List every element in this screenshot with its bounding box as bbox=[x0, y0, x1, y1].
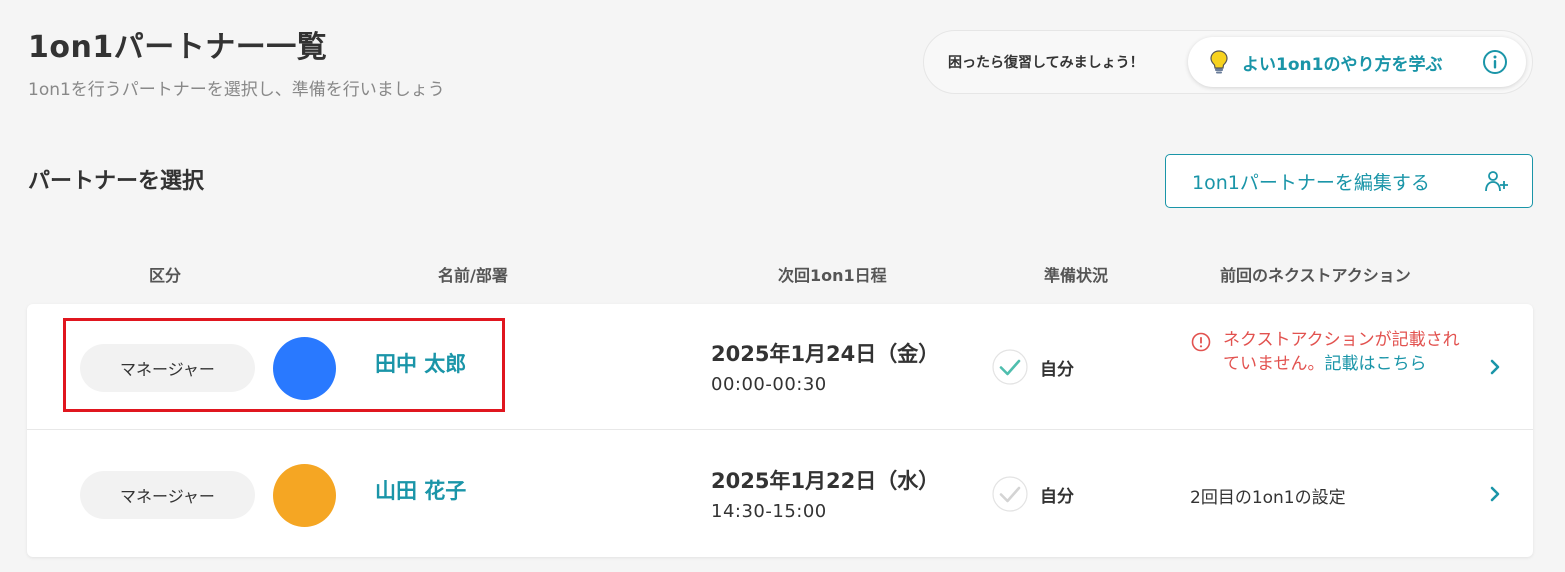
add-user-icon bbox=[1485, 171, 1508, 192]
column-header-name: 名前/部署 bbox=[438, 266, 508, 285]
schedule-date: 2025年1月22日（水） bbox=[711, 469, 940, 493]
column-header-preparation: 準備状況 bbox=[1044, 266, 1109, 285]
partner-name[interactable]: 田中 太郎 bbox=[375, 348, 466, 378]
schedule-time: 00:00-00:30 bbox=[711, 374, 827, 395]
learn-1on1-link-label: よい1on1のやり方を学ぶ bbox=[1242, 54, 1443, 75]
edit-partners-button-label: 1on1パートナーを編集する bbox=[1192, 171, 1430, 194]
warning-icon bbox=[1191, 332, 1211, 352]
column-header-category: 区分 bbox=[149, 266, 182, 285]
partner-table: マネージャー 田中 太郎 2025年1月24日（金） 00:00-00:30 自… bbox=[27, 304, 1533, 557]
prep-status: 自分 bbox=[1040, 487, 1074, 507]
edit-partners-button[interactable]: 1on1パートナーを編集する bbox=[1165, 154, 1533, 208]
schedule-date: 2025年1月24日（金） bbox=[711, 342, 940, 366]
info-icon bbox=[1483, 50, 1507, 74]
next-action-text: 2回目の1on1の設定 bbox=[1190, 488, 1346, 508]
next-action-warning: ネクストアクションが記載されていません。記載はこちら bbox=[1223, 328, 1463, 376]
partner-name[interactable]: 山田 花子 bbox=[375, 475, 466, 505]
chevron-right-icon[interactable] bbox=[1487, 484, 1503, 504]
check-icon bbox=[992, 349, 1028, 385]
partner-row[interactable]: マネージャー 田中 太郎 2025年1月24日（金） 00:00-00:30 自… bbox=[27, 304, 1533, 430]
learn-1on1-link[interactable]: よい1on1のやり方を学ぶ bbox=[1188, 37, 1526, 87]
schedule-time: 14:30-15:00 bbox=[711, 501, 827, 522]
column-header-next-action: 前回のネクストアクション bbox=[1220, 266, 1411, 285]
prep-status: 自分 bbox=[1040, 360, 1074, 380]
partner-row[interactable]: マネージャー 山田 花子 2025年1月22日（水） 14:30-15:00 自… bbox=[27, 431, 1533, 557]
help-box: 困ったら復習してみましょう！ よい1on1のやり方を学ぶ bbox=[923, 30, 1533, 94]
help-prompt: 困ったら復習してみましょう！ bbox=[948, 55, 1144, 71]
check-icon bbox=[992, 476, 1028, 512]
page-title: 1on1パートナー一覧 bbox=[28, 30, 328, 65]
page-subtitle: 1on1を行うパートナーを選択し、準備を行いましょう bbox=[28, 80, 445, 100]
lightbulb-icon bbox=[1210, 50, 1228, 74]
column-header-schedule: 次回1on1日程 bbox=[778, 266, 887, 285]
role-badge: マネージャー bbox=[80, 471, 255, 519]
chevron-right-icon[interactable] bbox=[1487, 357, 1503, 377]
next-action-write-link[interactable]: 記載はこちら bbox=[1325, 354, 1427, 374]
avatar bbox=[273, 464, 336, 527]
role-badge: マネージャー bbox=[80, 344, 255, 392]
section-title: パートナーを選択 bbox=[28, 169, 205, 194]
avatar bbox=[273, 337, 336, 400]
